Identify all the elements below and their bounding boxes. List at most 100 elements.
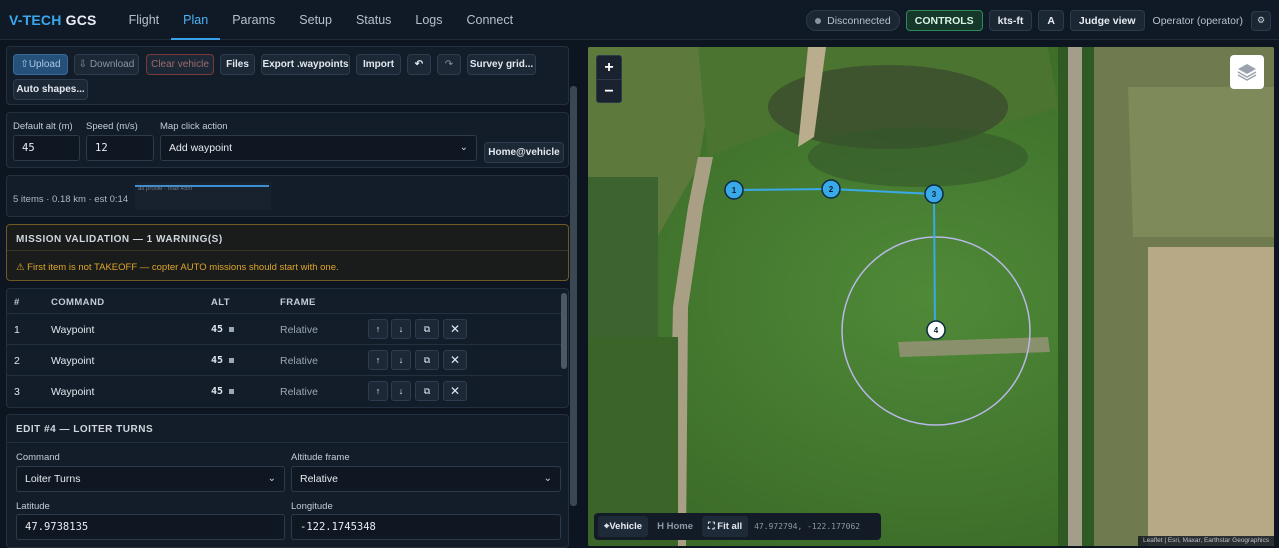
latitude-input[interactable]: 47.9738135 xyxy=(16,514,285,540)
tab-setup[interactable]: Setup xyxy=(287,0,344,40)
chevron-down-icon: ⌄ xyxy=(459,142,468,153)
move-up-button[interactable]: ↑ xyxy=(368,319,388,339)
zoom-control: + − xyxy=(596,55,622,103)
row-alt: 45 xyxy=(211,355,235,366)
mission-map[interactable]: 1 2 3 4 + − ⌖Vehicle H Home ⛶ Fit all 47… xyxy=(588,47,1274,546)
row-frame: Relative xyxy=(280,386,318,398)
connection-status-text: Disconnected xyxy=(827,14,891,27)
row-number: 1 xyxy=(14,324,20,336)
mission-stats: 5 items · 0.18 km · est 0:14 alt profile… xyxy=(6,175,569,217)
mission-toolbar: ⇧Upload ⇩ Download Clear vehicle Files E… xyxy=(6,46,569,105)
validation-warning: ⚠ First item is not TAKEOFF — copter AUT… xyxy=(16,262,339,273)
judge-view-button[interactable]: Judge view xyxy=(1069,10,1145,31)
row-alt: 45 xyxy=(211,386,235,397)
gear-icon[interactable]: ⚙ xyxy=(1251,10,1271,31)
panel-scrollbar[interactable] xyxy=(570,86,577,506)
altitude-frame-label: Altitude frame xyxy=(291,452,350,463)
map-click-action-value: Add waypoint xyxy=(169,142,233,154)
longitude-label: Longitude xyxy=(291,501,333,512)
column-header-num: # xyxy=(14,297,20,308)
files-button[interactable]: Files xyxy=(220,54,255,75)
row-command: Waypoint xyxy=(51,386,95,398)
download-button[interactable]: ⇩ Download xyxy=(74,54,139,75)
tab-flight[interactable]: Flight xyxy=(117,0,172,40)
tab-logs[interactable]: Logs xyxy=(403,0,454,40)
home-at-vehicle-button[interactable]: Home@vehicle xyxy=(484,142,564,163)
waypoint-marker-3[interactable]: 3 xyxy=(924,184,944,204)
column-header-frame: FRAME xyxy=(280,297,316,308)
move-up-button[interactable]: ↑ xyxy=(368,381,388,401)
move-down-button[interactable]: ↓ xyxy=(391,350,411,370)
row-number: 2 xyxy=(14,355,20,367)
import-button[interactable]: Import xyxy=(356,54,401,75)
export-waypoints-button[interactable]: Export .waypoints xyxy=(261,54,350,75)
survey-grid-button[interactable]: Survey grid... xyxy=(467,54,536,75)
cursor-coordinates: 47.972794, -122.177062 xyxy=(754,522,861,531)
tab-plan[interactable]: Plan xyxy=(171,0,221,40)
tab-status[interactable]: Status xyxy=(344,0,403,40)
vehicle-button[interactable]: ⌖Vehicle xyxy=(598,516,649,537)
move-down-button[interactable]: ↓ xyxy=(391,381,411,401)
waypoint-label: 4 xyxy=(934,326,939,335)
row-alt-value: 45 xyxy=(211,355,224,366)
home-button[interactable]: H Home xyxy=(651,516,699,537)
waypoint-label: 3 xyxy=(932,190,937,199)
delete-button[interactable]: ✕ xyxy=(443,319,467,339)
validation-title: MISSION VALIDATION — 1 WARNING(S) xyxy=(16,234,223,245)
row-alt-value: 45 xyxy=(211,386,224,397)
tab-connect[interactable]: Connect xyxy=(455,0,526,40)
connection-status-badge: Disconnected xyxy=(806,10,900,31)
command-select[interactable]: Loiter Turns ⌄ xyxy=(16,466,285,492)
route-line xyxy=(733,187,936,331)
zoom-in-button[interactable]: + xyxy=(597,56,621,79)
controls-button[interactable]: CONTROLS xyxy=(905,10,983,31)
command-label: Command xyxy=(16,452,60,463)
duplicate-button[interactable]: ⧉ xyxy=(415,381,439,401)
duplicate-button[interactable]: ⧉ xyxy=(415,319,439,339)
layers-glyph xyxy=(1237,64,1257,81)
altitude-profile-chart: alt profile · max 45m xyxy=(135,182,271,210)
move-up-button[interactable]: ↑ xyxy=(368,350,388,370)
fit-all-button[interactable]: ⛶ Fit all xyxy=(702,516,749,537)
alt-marker-icon xyxy=(229,326,235,332)
delete-button[interactable]: ✕ xyxy=(443,350,467,370)
waypoint-marker-2[interactable]: 2 xyxy=(821,179,841,199)
units-button[interactable]: kts-ft xyxy=(988,10,1033,31)
map-attribution[interactable]: Leaflet | Esri, Maxar, Earthstar Geograp… xyxy=(1138,536,1274,546)
table-row[interactable]: 2 Waypoint 45 Relative ↑ ↓ ⧉ ✕ xyxy=(7,344,562,375)
duplicate-button[interactable]: ⧉ xyxy=(415,350,439,370)
upload-button[interactable]: ⇧Upload xyxy=(13,54,68,75)
speed-label: Speed (m/s) xyxy=(86,121,138,132)
edit-item-panel: EDIT #4 — LOITER TURNS Command Loiter Tu… xyxy=(6,414,569,548)
map-click-action-label: Map click action xyxy=(160,121,228,132)
waypoint-marker-4[interactable]: 4 xyxy=(926,320,946,340)
mission-summary: 5 items · 0.18 km · est 0:14 xyxy=(13,194,129,205)
default-alt-input[interactable]: 45 xyxy=(13,135,80,161)
main-nav: Flight Plan Params Setup Status Logs Con… xyxy=(117,0,525,40)
row-frame: Relative xyxy=(280,324,318,336)
altitude-frame-select[interactable]: Relative ⌄ xyxy=(291,466,561,492)
row-number: 3 xyxy=(14,386,20,398)
clear-vehicle-button[interactable]: Clear vehicle xyxy=(146,54,214,75)
table-row[interactable]: 1 Waypoint 45 Relative ↑ ↓ ⧉ ✕ xyxy=(7,313,562,344)
brand-prefix: V-TECH xyxy=(9,11,62,28)
undo-button[interactable]: ↶ xyxy=(407,54,431,75)
table-scrollbar[interactable] xyxy=(561,293,567,369)
delete-button[interactable]: ✕ xyxy=(443,381,467,401)
longitude-input[interactable]: -122.1745348 xyxy=(291,514,561,540)
app-brand: V-TECH GCS xyxy=(9,12,97,28)
move-down-button[interactable]: ↓ xyxy=(391,319,411,339)
waypoint-marker-1[interactable]: 1 xyxy=(724,180,744,200)
tab-params[interactable]: Params xyxy=(220,0,287,40)
zoom-out-button[interactable]: − xyxy=(597,80,621,103)
speed-input[interactable]: 12 xyxy=(86,135,154,161)
a-button[interactable]: A xyxy=(1038,10,1064,31)
latitude-label: Latitude xyxy=(16,501,50,512)
map-click-action-select[interactable]: Add waypoint ⌄ xyxy=(160,135,477,161)
auto-shapes-button[interactable]: Auto shapes... xyxy=(13,79,88,100)
altitude-profile-caption: alt profile · max 45m xyxy=(138,186,193,192)
layers-icon[interactable] xyxy=(1230,55,1264,89)
table-row[interactable]: 3 Waypoint 45 Relative ↑ ↓ ⧉ ✕ xyxy=(7,375,562,406)
redo-button[interactable]: ↷ xyxy=(437,54,461,75)
mission-validation: MISSION VALIDATION — 1 WARNING(S) ⚠ Firs… xyxy=(6,224,569,281)
